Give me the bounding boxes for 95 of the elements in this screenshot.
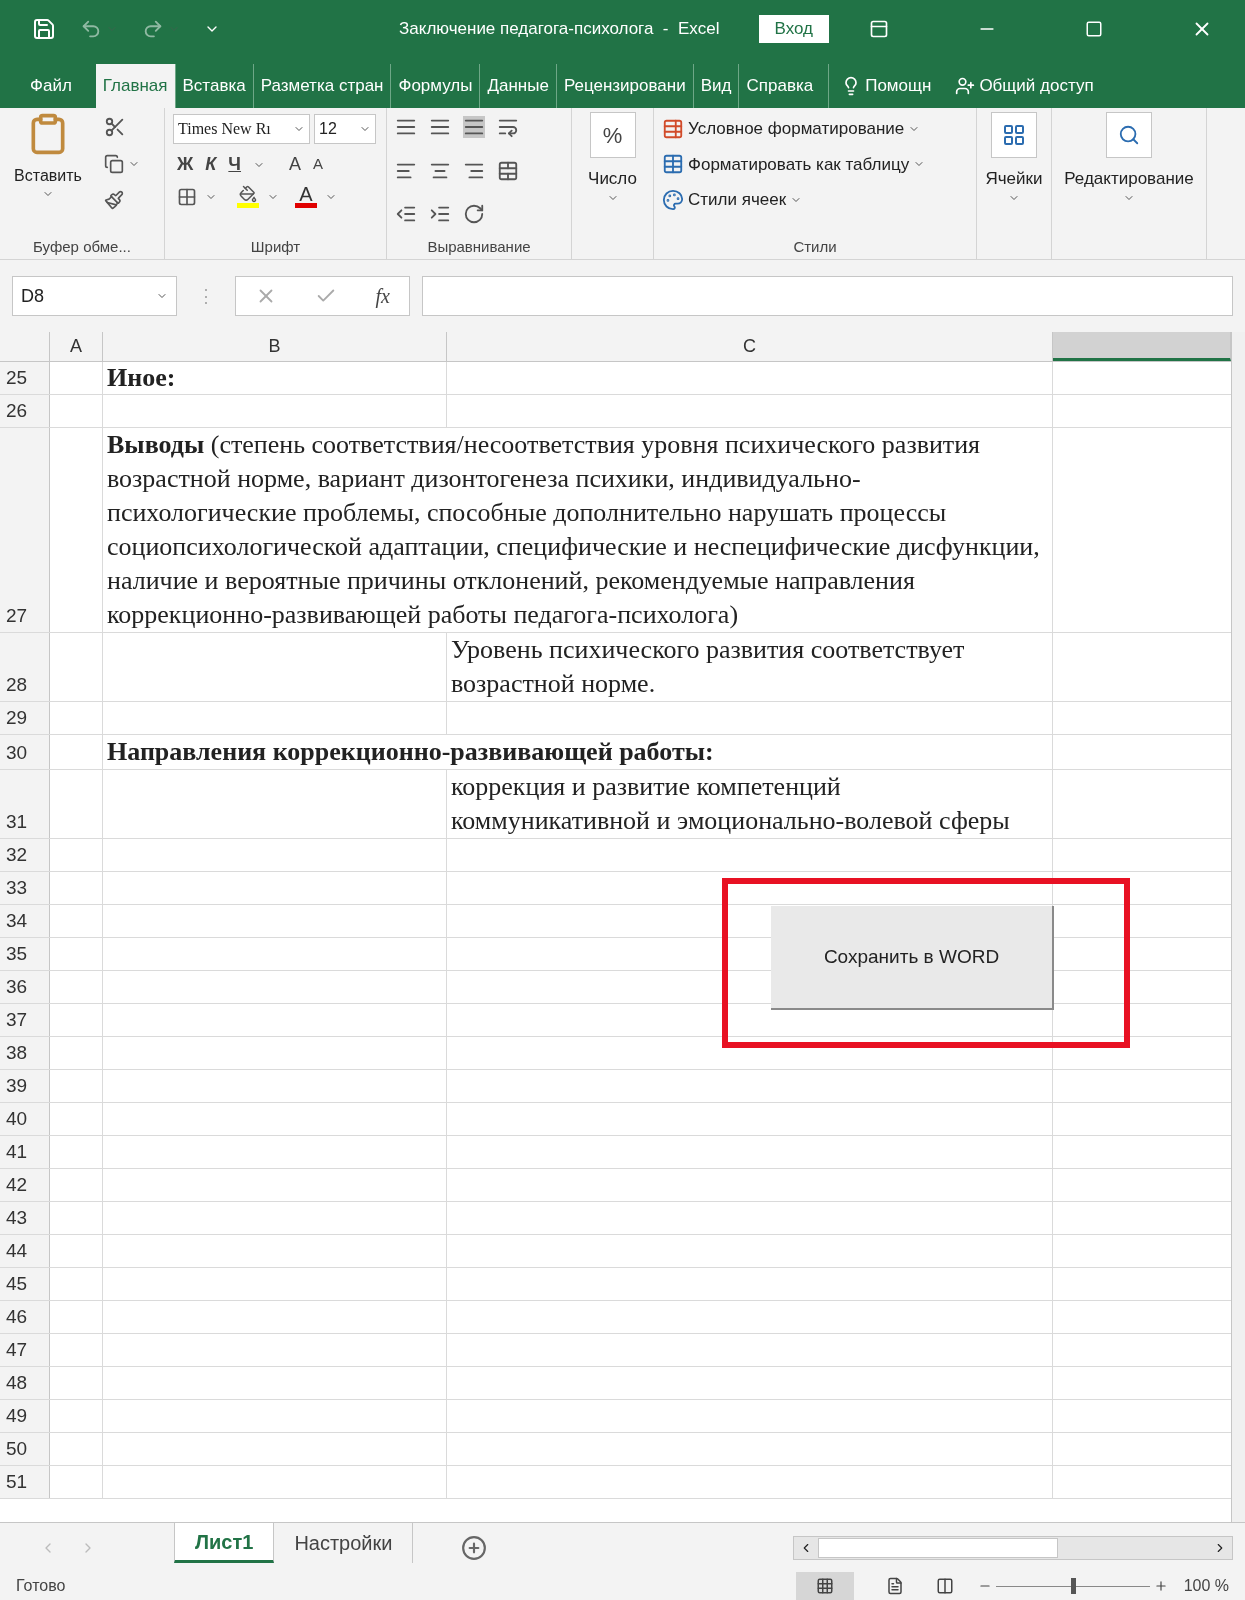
row-header[interactable]: 50: [0, 1433, 50, 1465]
cut-icon[interactable]: [104, 116, 126, 138]
row-header[interactable]: 32: [0, 839, 50, 871]
cell-styles-icon: [662, 188, 684, 211]
page-layout-icon[interactable]: [885, 1577, 904, 1595]
row-header[interactable]: 38: [0, 1037, 50, 1069]
row-header[interactable]: 40: [0, 1103, 50, 1135]
styles-menu-button[interactable]: Форматировать как таблицу: [662, 151, 926, 177]
column-header[interactable]: A: [50, 332, 103, 361]
row-header[interactable]: 39: [0, 1070, 50, 1102]
underline-button[interactable]: Ч: [228, 151, 241, 178]
zoom-thumb[interactable]: [1070, 1577, 1076, 1594]
fill-color-icon[interactable]: [237, 185, 259, 208]
save-icon[interactable]: [32, 16, 56, 41]
group-label: Буфер обме...: [33, 236, 131, 257]
group-label: Стили: [793, 236, 837, 257]
italic-button[interactable]: К: [205, 151, 217, 178]
row-header[interactable]: 48: [0, 1367, 50, 1399]
row-header[interactable]: 47: [0, 1334, 50, 1366]
row-header[interactable]: 25: [0, 362, 50, 394]
save-to-word-button[interactable]: Сохранить в WORD: [771, 906, 1054, 1010]
row-header[interactable]: 46: [0, 1301, 50, 1333]
merge-cells-icon[interactable]: [497, 159, 519, 182]
search-icon: [1118, 124, 1140, 146]
row-header[interactable]: 27: [0, 428, 50, 632]
table-format-icon: [662, 153, 684, 176]
ribbon-display-icon[interactable]: [869, 18, 889, 39]
sheet-tab[interactable]: Лист1: [174, 1523, 275, 1563]
column-header[interactable]: [1053, 332, 1231, 361]
row-header[interactable]: 42: [0, 1169, 50, 1201]
number-format-button[interactable]: % Число: [580, 112, 645, 235]
increase-font-button[interactable]: A: [289, 151, 302, 178]
row-header[interactable]: 36: [0, 971, 50, 1003]
editing-button[interactable]: Редактирование: [1060, 112, 1198, 235]
font-size-dropdown[interactable]: 12: [314, 114, 376, 144]
format-painter-icon[interactable]: [104, 190, 124, 210]
ribbon-tab[interactable]: Файл: [12, 64, 90, 108]
table-cell: Направления коррекционно-развивающей работы:: [103, 735, 1053, 769]
font-name-dropdown[interactable]: Times New Rı: [173, 114, 310, 144]
row-header[interactable]: 45: [0, 1268, 50, 1300]
percent-symbol: %: [589, 112, 636, 158]
bold-button[interactable]: Ж: [177, 151, 194, 178]
status-text: Готово: [16, 1576, 66, 1596]
styles-menu-button[interactable]: Условное форматирование: [662, 116, 926, 142]
name-box[interactable]: D8: [12, 276, 177, 316]
share-button[interactable]: Общий доступ: [943, 64, 1106, 108]
align-bottom-icon[interactable]: [463, 116, 485, 138]
column-header[interactable]: B: [103, 332, 447, 361]
page-break-icon[interactable]: [935, 1577, 954, 1595]
add-sheet-icon[interactable]: [461, 1534, 488, 1561]
row-header[interactable]: 33: [0, 872, 50, 904]
vertical-scrollbar[interactable]: [1231, 332, 1245, 1522]
zoom-slider[interactable]: [977, 1579, 1168, 1593]
formula-bar-separator: ⋮: [196, 284, 216, 308]
row-header[interactable]: 49: [0, 1400, 50, 1432]
borders-icon[interactable]: [177, 186, 197, 207]
row-header[interactable]: 30: [0, 735, 50, 769]
orientation-icon[interactable]: [463, 203, 485, 226]
copy-icon[interactable]: [104, 154, 124, 174]
row-header[interactable]: 28: [0, 633, 50, 701]
group-label: Выравнивание: [427, 236, 531, 257]
formula-input[interactable]: [422, 276, 1233, 316]
decrease-font-button[interactable]: A: [313, 153, 324, 176]
user-plus-icon: [955, 76, 976, 96]
horizontal-scrollbar[interactable]: [793, 1535, 1233, 1560]
row-header[interactable]: 44: [0, 1235, 50, 1267]
ribbon-tab[interactable]: Главная: [95, 64, 175, 108]
table-cell: Выводы (степень соответствия/несоответствия уровня психического развития возрастной норме, вариант дизонтогенеза психики, индивидуально-психологические проблемы, способные дополнительно нарушать процессы социопсихологической адаптации, специфические и неспецифические дисфункции, наличие и вероятные причины отклонений, рекомендуемые направления коррекционно-развивающей работы педагога-психолога): [103, 428, 1053, 632]
zoom-in-icon[interactable]: [1153, 1579, 1168, 1593]
row-header[interactable]: 35: [0, 938, 50, 970]
conditional-format-icon: [662, 117, 684, 140]
table-cell: коррекция и развитие компетенций коммуникативной и эмоционально-волевой сферы: [447, 770, 1053, 838]
group-label: Шрифт: [250, 236, 301, 257]
sheet-tab[interactable]: Настройки: [274, 1523, 414, 1563]
cells-button[interactable]: Ячейки: [985, 112, 1043, 235]
row-header[interactable]: 31: [0, 770, 50, 838]
insert-function-button[interactable]: fx: [375, 281, 390, 311]
styles-menu-button[interactable]: Стили ячеек: [662, 187, 926, 213]
maximize-icon[interactable]: [1085, 19, 1103, 38]
table-cell: Уровень психического развития соответствует возрастной норме.: [447, 633, 1053, 701]
row-header[interactable]: 29: [0, 702, 50, 734]
table-cell: Иное:: [103, 362, 447, 394]
row-header[interactable]: 26: [0, 395, 50, 427]
paste-button[interactable]: Вставить: [8, 112, 88, 235]
zoom-level: 100 %: [1183, 1576, 1229, 1596]
sign-in-button[interactable]: Вход: [758, 14, 829, 43]
row-header[interactable]: 34: [0, 905, 50, 937]
window-title: Заключение педагога-психолога - Excel: [399, 17, 720, 40]
font-color-button[interactable]: A: [295, 185, 317, 208]
row-header[interactable]: 37: [0, 1004, 50, 1036]
row-header[interactable]: 43: [0, 1202, 50, 1234]
row-header[interactable]: 51: [0, 1466, 50, 1498]
row-header[interactable]: 41: [0, 1136, 50, 1168]
normal-view-icon[interactable]: [815, 1577, 834, 1595]
cells-icon: [1002, 123, 1026, 147]
